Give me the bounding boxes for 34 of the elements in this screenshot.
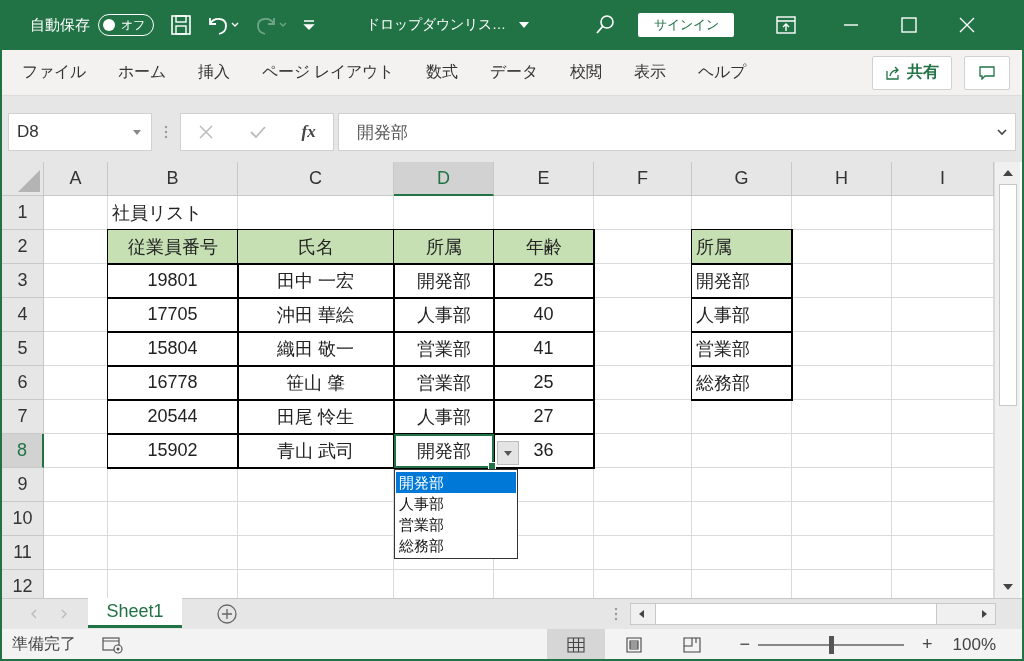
table-cell: 総務部 (692, 366, 792, 400)
table-cell: 田尾 怜生 (238, 400, 394, 434)
table-cell: 17705 (108, 298, 238, 332)
table-cell: 青山 武司 (238, 434, 394, 468)
table-cell: 沖田 華絵 (238, 298, 394, 332)
table-cell: 15804 (108, 332, 238, 366)
table-cell: 織田 敬一 (238, 332, 394, 366)
table-cell: 営業部 (692, 332, 792, 366)
header-cell: 年齢 (494, 230, 594, 264)
table-cell: 営業部 (394, 332, 494, 366)
table-cell: 営業部 (394, 366, 494, 400)
table-cell: 開発部 (692, 264, 792, 298)
table-cell: 25 (494, 366, 594, 400)
table-cell: 40 (494, 298, 594, 332)
table-cell: 開発部 (394, 264, 494, 298)
table-cell: 笹山 肇 (238, 366, 394, 400)
header-cell: 従業員番号 (108, 230, 238, 264)
table-cell: 20544 (108, 400, 238, 434)
table-cell: 人事部 (692, 298, 792, 332)
table-cell: 15902 (108, 434, 238, 468)
table-cell: 19801 (108, 264, 238, 298)
autosave-label: 自動保存 (30, 15, 90, 35)
table-cell: 人事部 (394, 400, 494, 434)
table-cell: 27 (494, 400, 594, 434)
header-cell: 所属 (394, 230, 494, 264)
status-text: 準備完了 (12, 634, 76, 654)
table-cell: 36 (494, 434, 594, 468)
table-cell: 田中 一宏 (238, 264, 394, 298)
table-cell: 16778 (108, 366, 238, 400)
header-cell: 氏名 (238, 230, 394, 264)
header-cell: 所属 (692, 230, 792, 264)
table-cell: 41 (494, 332, 594, 366)
table-cell: 25 (494, 264, 594, 298)
table-cell: 人事部 (394, 298, 494, 332)
